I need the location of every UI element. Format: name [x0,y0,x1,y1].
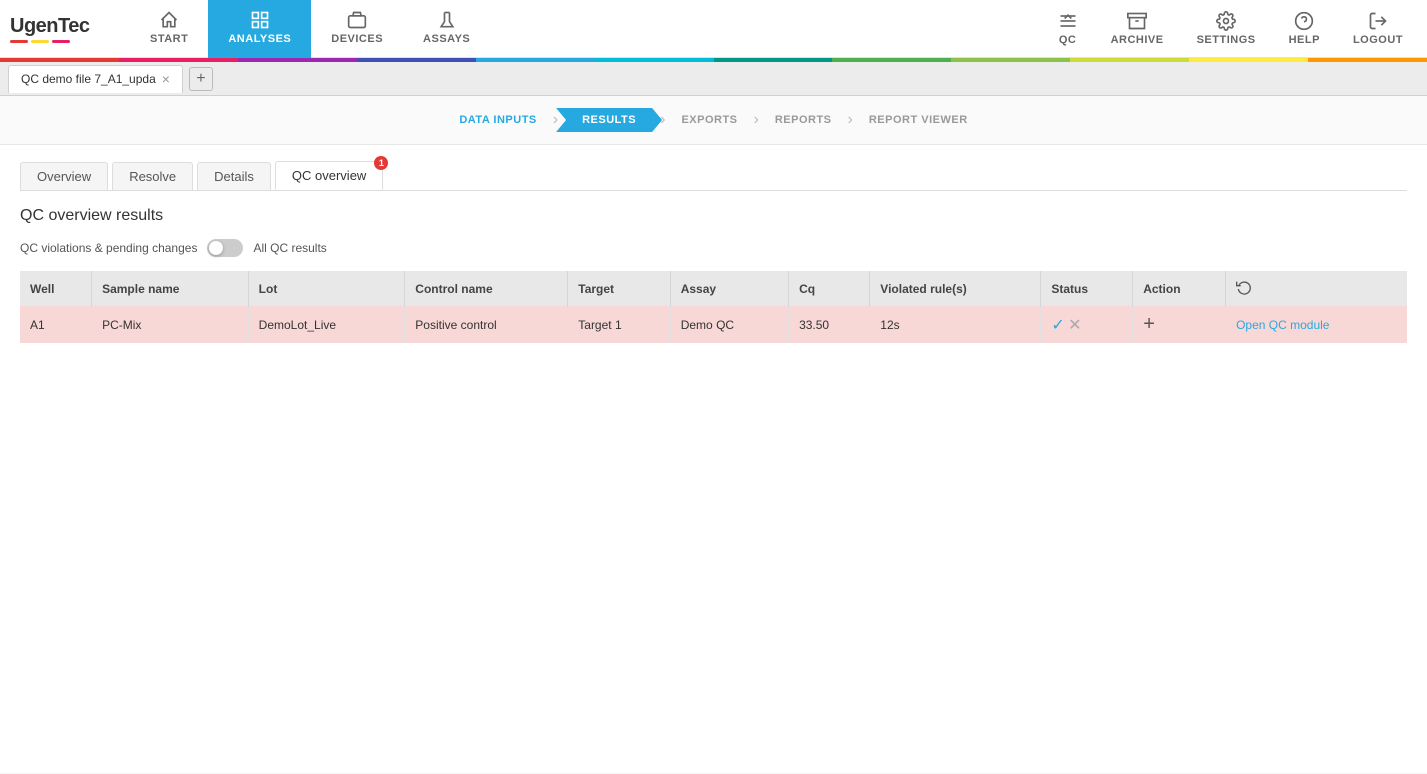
logo-bar-yellow [31,40,49,43]
col-header-sample-name: Sample name [92,271,249,306]
nav-item-assays[interactable]: ASSAYS [403,0,490,58]
logo-bar-red [10,40,28,43]
rainbow-bar [0,58,1427,62]
nav-label-settings: SETTINGS [1197,34,1256,46]
col-header-well: Well [20,271,92,306]
cell-well: A1 [20,306,92,343]
step-label-results: RESULTS [582,114,636,126]
step-label-report-viewer: REPORT VIEWER [869,114,968,126]
archive-icon [1127,11,1147,31]
cell-cq: 33.50 [789,306,870,343]
logo-area: UgenTec [10,15,100,43]
col-header-status: Status [1041,271,1133,306]
qc-table: Well Sample name Lot Control name Target… [20,271,1407,343]
main-tab[interactable]: QC demo file 7_A1_upda × [8,65,183,93]
col-header-cq: Cq [789,271,870,306]
workflow-steps: DATA INPUTS › RESULTS › EXPORTS › REPORT… [0,96,1427,145]
cell-action: + [1133,306,1226,343]
step-reports[interactable]: REPORTS [757,108,850,132]
filter-label: QC violations & pending changes [20,241,197,255]
col-header-violated-rules: Violated rule(s) [870,271,1041,306]
sub-tabs: Overview Resolve Details QC overview 1 [20,161,1407,191]
top-nav: UgenTec START ANALYSES DEVICES [0,0,1427,58]
nav-label-help: HELP [1289,34,1320,46]
tab-close-button[interactable]: × [162,72,170,86]
cell-sample-name: PC-Mix [92,306,249,343]
nav-label-archive: ARCHIVE [1111,34,1164,46]
col-header-assay: Assay [670,271,788,306]
nav-items: START ANALYSES DEVICES ASSAYS [130,0,1044,58]
qc-icon [1058,11,1078,31]
nav-item-qc[interactable]: QC [1044,0,1092,58]
step-report-viewer[interactable]: REPORT VIEWER [851,108,986,132]
step-data-inputs[interactable]: DATA INPUTS [441,108,554,132]
cell-violated-rules: 12s [870,306,1041,343]
step-label-exports: EXPORTS [681,114,737,126]
table-row: A1 PC-Mix DemoLot_Live Positive control … [20,306,1407,343]
action-add-button[interactable]: + [1143,313,1155,335]
all-qc-label: All QC results [253,241,326,255]
cell-control-name: Positive control [405,306,568,343]
logo-bars [10,40,70,43]
col-header-history [1226,271,1407,306]
nav-label-qc: QC [1059,34,1077,46]
sub-tab-label-qc-overview: QC overview [292,168,366,183]
sub-tab-label-resolve: Resolve [129,169,176,184]
tabs-bar: QC demo file 7_A1_upda × + [0,62,1427,96]
sub-tab-label-overview: Overview [37,169,91,184]
cell-status: ✓ ✕ [1041,306,1133,343]
cell-lot: DemoLot_Live [248,306,405,343]
logo-bar-pink [52,40,70,43]
tab-add-button[interactable]: + [189,67,213,91]
nav-item-settings[interactable]: SETTINGS [1183,0,1270,58]
status-accept-button[interactable]: ✓ [1051,317,1064,334]
nav-item-archive[interactable]: ARCHIVE [1097,0,1178,58]
history-col-icon [1236,279,1252,295]
cell-target: Target 1 [568,306,670,343]
devices-icon [347,10,367,30]
nav-item-devices[interactable]: DEVICES [311,0,403,58]
nav-item-analyses[interactable]: ANALYSES [208,0,311,58]
toggle-knob [209,241,223,255]
nav-label-start: START [150,33,188,45]
sub-tab-overview[interactable]: Overview [20,162,108,190]
open-qc-module-link[interactable]: Open QC module [1236,318,1329,332]
logo-text: UgenTec [10,15,89,38]
filter-toggle[interactable] [207,239,243,257]
nav-item-logout[interactable]: LOGOUT [1339,0,1417,58]
col-header-control-name: Control name [405,271,568,306]
nav-label-assays: ASSAYS [423,33,470,45]
sub-tab-label-details: Details [214,169,254,184]
logout-icon [1368,11,1388,31]
sub-tab-details[interactable]: Details [197,162,271,190]
step-label-reports: REPORTS [775,114,832,126]
page-title: QC overview results [20,207,1407,225]
nav-label-logout: LOGOUT [1353,34,1403,46]
qc-overview-badge: 1 [374,156,388,170]
assays-icon [437,10,457,30]
status-reject-button[interactable]: ✕ [1068,317,1081,334]
content-area: Overview Resolve Details QC overview 1 Q… [0,145,1427,773]
home-icon [159,10,179,30]
filter-row: QC violations & pending changes All QC r… [20,239,1407,257]
help-icon [1294,11,1314,31]
col-header-action: Action [1133,271,1226,306]
nav-label-analyses: ANALYSES [228,33,291,45]
cell-assay: Demo QC [670,306,788,343]
tab-title: QC demo file 7_A1_upda [21,72,156,86]
step-label-data-inputs: DATA INPUTS [459,114,536,126]
col-header-lot: Lot [248,271,405,306]
sub-tab-qc-overview[interactable]: QC overview 1 [275,161,383,190]
settings-icon [1216,11,1236,31]
nav-item-start[interactable]: START [130,0,208,58]
analyses-icon [250,10,270,30]
nav-right: QC ARCHIVE SETTINGS HELP [1044,0,1417,58]
cell-open-qc: Open QC module [1226,306,1407,343]
nav-label-devices: DEVICES [331,33,383,45]
sub-tab-resolve[interactable]: Resolve [112,162,193,190]
step-exports[interactable]: EXPORTS [663,108,755,132]
col-header-target: Target [568,271,670,306]
nav-item-help[interactable]: HELP [1275,0,1334,58]
step-results[interactable]: RESULTS [556,108,662,132]
